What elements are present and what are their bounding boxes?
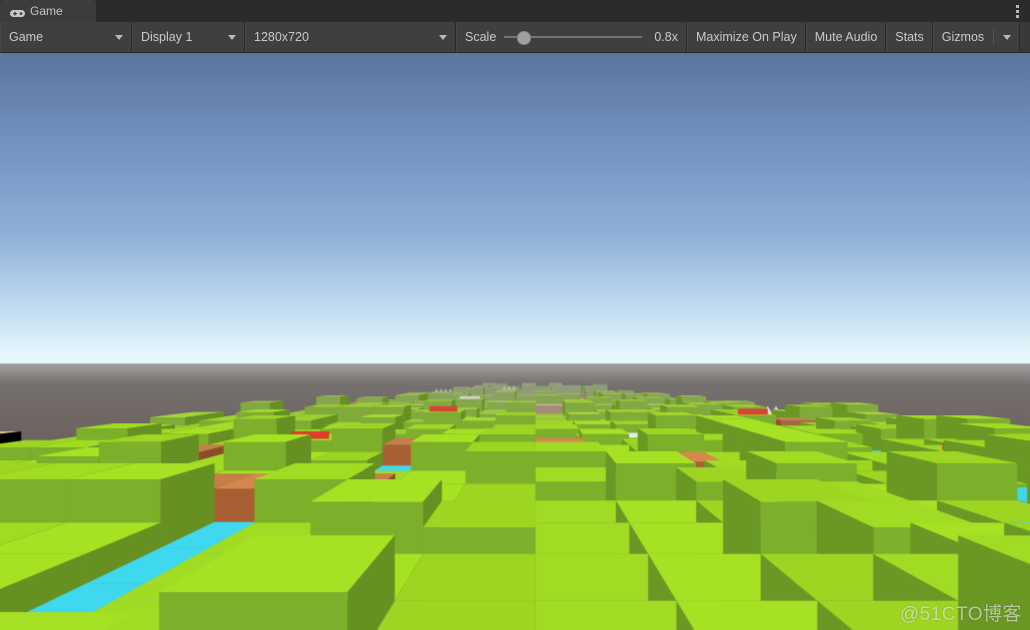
unity-editor-window: Game Game Display 1 1280x720 Scale 0.8x … (0, 0, 1030, 630)
gizmos-button[interactable]: Gizmos (932, 22, 1021, 52)
chevron-down-icon (115, 34, 123, 40)
chevron-down-icon[interactable] (1003, 34, 1012, 40)
gizmos-separator (993, 29, 995, 45)
stats-label: Stats (895, 30, 924, 44)
toolbar-spacer (1020, 22, 1030, 52)
kebab-dot (1015, 9, 1019, 13)
kebab-menu-icon[interactable] (1004, 0, 1030, 22)
game-scene-canvas (0, 53, 1030, 630)
maximize-on-play-label: Maximize On Play (696, 30, 797, 44)
kebab-dot (1015, 4, 1019, 8)
chevron-down-icon (228, 34, 236, 40)
tab-game[interactable]: Game (0, 0, 96, 22)
display-dropdown-label: Display 1 (141, 30, 193, 44)
scale-label: Scale (465, 30, 497, 44)
tab-bar: Game (0, 0, 1030, 22)
gizmos-label: Gizmos (941, 30, 985, 44)
kebab-dot (1015, 14, 1019, 18)
mute-audio-label: Mute Audio (814, 30, 878, 44)
gamepad-icon (10, 7, 25, 17)
scale-slider-thumb[interactable] (517, 31, 532, 45)
game-mode-dropdown[interactable]: Game (0, 22, 132, 52)
resolution-dropdown-label: 1280x720 (254, 30, 309, 44)
game-mode-dropdown-label: Game (9, 30, 44, 44)
tab-game-label: Game (30, 4, 63, 18)
tab-bar-spacer (96, 0, 1004, 22)
stats-button[interactable]: Stats (886, 22, 933, 52)
chevron-down-icon (439, 34, 447, 40)
game-view-render-area[interactable]: @51CTO博客 (0, 53, 1030, 630)
scale-slider[interactable] (504, 30, 642, 45)
mute-audio-button[interactable]: Mute Audio (805, 22, 887, 52)
scale-slider-group[interactable]: Scale 0.8x (456, 22, 687, 52)
maximize-on-play-button[interactable]: Maximize On Play (687, 22, 806, 52)
game-view-toolbar: Game Display 1 1280x720 Scale 0.8x Maxim… (0, 22, 1030, 53)
scale-value: 0.8x (654, 30, 678, 44)
display-dropdown[interactable]: Display 1 (132, 22, 245, 52)
resolution-dropdown[interactable]: 1280x720 (245, 22, 456, 52)
